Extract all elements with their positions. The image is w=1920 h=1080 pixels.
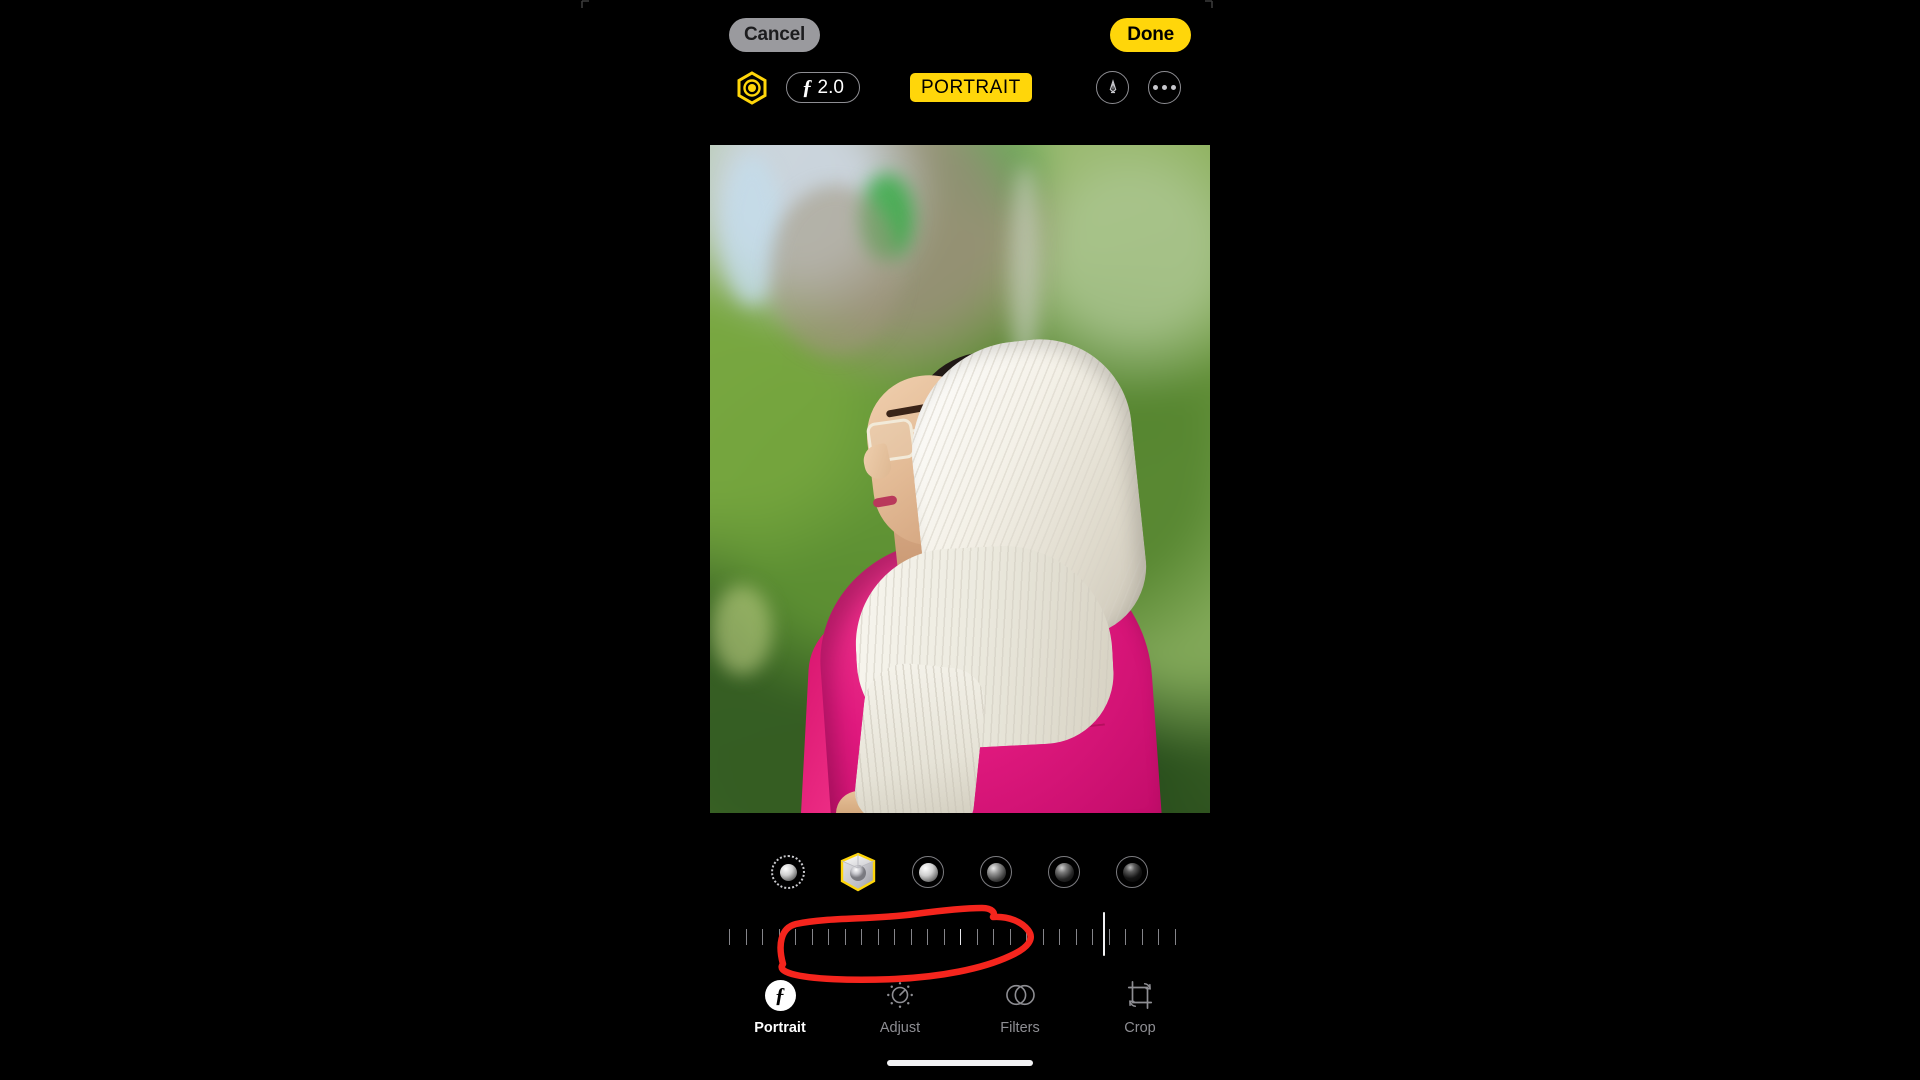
slider-tick	[993, 929, 994, 945]
portrait-mode-badge-label: PORTRAIT	[921, 76, 1021, 98]
slider-tick	[778, 929, 780, 945]
slider-cursor[interactable]	[1103, 912, 1106, 956]
home-indicator-bar[interactable]	[887, 1060, 1033, 1066]
tab-portrait[interactable]: ƒ Portrait	[743, 978, 817, 1036]
tab-crop[interactable]: Crop	[1103, 978, 1177, 1036]
tab-adjust-label: Adjust	[879, 1020, 921, 1036]
slider-tick	[1075, 929, 1077, 945]
slider-tick	[894, 929, 895, 945]
done-button[interactable]: Done	[1110, 18, 1191, 52]
slider-tick	[828, 929, 829, 945]
more-options-button[interactable]	[1148, 71, 1181, 104]
tab-filters[interactable]: Filters	[983, 978, 1057, 1036]
aperture-value-button[interactable]: ƒ 2.0	[786, 72, 860, 103]
more-ellipsis-icon	[1153, 85, 1176, 90]
slider-tick	[1042, 929, 1044, 945]
crop-rotate-icon	[1123, 978, 1157, 1012]
markup-button[interactable]	[1096, 71, 1129, 104]
slider-tick	[877, 929, 879, 945]
slider-tick	[861, 929, 862, 945]
markup-pen-icon	[1109, 78, 1116, 93]
dotted-sphere-icon	[771, 855, 805, 889]
screen-root: Cancel Done ƒ 2.0 PORTRAIT ƒ Portrait Ad…	[0, 0, 1920, 1080]
overlapping-circles-icon	[1003, 978, 1037, 1012]
corner-mark-left	[581, 0, 589, 8]
slider-tick	[844, 929, 846, 945]
photo-preview[interactable]	[710, 145, 1210, 813]
portrait-mode-badge[interactable]: PORTRAIT	[910, 73, 1032, 102]
portrait-toggle-button[interactable]	[734, 70, 770, 106]
lighting-effect-contour-light[interactable]	[907, 851, 949, 893]
ring-sphere-darkest-icon	[1116, 856, 1148, 888]
tab-portrait-label: Portrait	[754, 1020, 806, 1036]
slider-tick	[960, 929, 961, 945]
slider-tick	[1026, 929, 1027, 945]
slider-tick	[762, 929, 763, 945]
aperture-f-icon: ƒ	[802, 75, 813, 99]
slider-tick	[943, 929, 945, 945]
lighting-effect-stage-light-mono[interactable]	[1043, 851, 1085, 893]
lighting-effect-natural-light[interactable]	[767, 851, 809, 893]
editor-tab-bar: ƒ Portrait Adjust Filters Crop	[710, 978, 1210, 1048]
slider-tick	[1141, 929, 1143, 945]
lighting-effects-row	[710, 845, 1210, 899]
cancel-button[interactable]: Cancel	[729, 18, 821, 52]
corner-mark-right	[1205, 0, 1213, 8]
hexagon-aperture-icon	[737, 71, 767, 105]
aperture-value-label: 2.0	[817, 76, 844, 98]
lighting-effect-high-key-mono[interactable]	[1111, 851, 1153, 893]
slider-tick	[1158, 929, 1159, 945]
slider-tick	[1174, 929, 1176, 945]
ring-sphere-darker-icon	[1048, 856, 1080, 888]
slider-tick	[1092, 929, 1093, 945]
slider-tick	[1125, 929, 1126, 945]
slider-tick	[1009, 929, 1011, 945]
slider-tick-marks	[729, 922, 1191, 952]
brightness-dial-icon	[883, 978, 917, 1012]
depth-intensity-slider[interactable]	[710, 904, 1210, 984]
phone-canvas: Cancel Done ƒ 2.0 PORTRAIT ƒ Portrait Ad…	[581, 0, 1213, 1080]
slider-tick	[1059, 929, 1060, 945]
tab-crop-label: Crop	[1124, 1020, 1156, 1036]
top-bar: Cancel Done	[710, 18, 1210, 62]
tab-adjust[interactable]: Adjust	[863, 978, 937, 1036]
slider-tick	[745, 929, 747, 945]
ring-sphere-dark-icon	[980, 856, 1012, 888]
cancel-button-label: Cancel	[744, 24, 806, 45]
lighting-effect-stage-light[interactable]	[975, 851, 1017, 893]
slider-tick	[976, 929, 978, 945]
lighting-effect-studio-light[interactable]	[835, 849, 881, 895]
slider-tick	[927, 929, 928, 945]
ring-sphere-icon	[912, 856, 944, 888]
bokeh-speck	[770, 185, 900, 355]
tab-filters-label: Filters	[1000, 1020, 1040, 1036]
yellow-cube-icon	[840, 852, 876, 892]
slider-tick	[729, 929, 730, 945]
subject-headscarf-tail	[851, 659, 989, 813]
f-aperture-icon: ƒ	[763, 978, 797, 1012]
slider-tick	[910, 929, 912, 945]
slider-tick	[795, 929, 796, 945]
slider-tick	[1108, 929, 1110, 945]
portrait-tool-row: ƒ 2.0 PORTRAIT	[710, 68, 1210, 108]
slider-tick	[811, 929, 813, 945]
done-button-label: Done	[1127, 24, 1174, 45]
bokeh-speck	[712, 585, 772, 675]
